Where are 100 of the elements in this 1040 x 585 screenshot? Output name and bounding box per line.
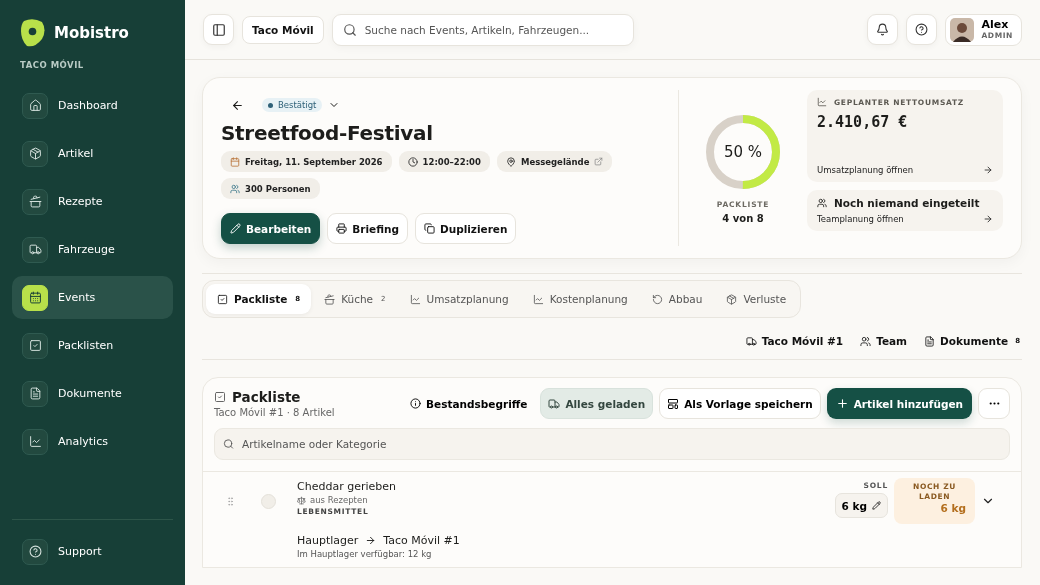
template-icon [667, 397, 680, 410]
line-chart-icon [409, 293, 421, 305]
sidebar-item[interactable]: Events [12, 276, 173, 319]
all-loaded-button[interactable]: Alles geladen [540, 388, 654, 419]
tab[interactable]: Kostenplanung [521, 284, 639, 314]
status-badge: Bestätigt [262, 98, 323, 112]
brand-name: Mobistro [54, 24, 129, 42]
checkbox-icon [217, 293, 228, 305]
help-icon [915, 23, 929, 36]
people-icon [860, 335, 872, 347]
plus-icon [835, 397, 849, 410]
target-quantity-button[interactable]: 6 kg [834, 493, 888, 518]
tab[interactable]: Küche $^{2}$ [313, 284, 397, 314]
truck-icon [548, 397, 561, 410]
pot-icon [324, 293, 336, 305]
help-button[interactable] [906, 14, 938, 45]
organization-button[interactable]: Taco Móvil [242, 15, 324, 44]
info-icon [410, 398, 422, 409]
sidebar-item[interactable]: Dokumente [12, 372, 173, 415]
sidebar-item[interactable]: Analytics [12, 420, 173, 463]
revenue-link[interactable]: Umsatzplanung öffnen [817, 165, 993, 175]
copy-icon [423, 223, 435, 234]
action-button[interactable]: Briefing [327, 213, 408, 244]
checkbox-icon [214, 391, 226, 403]
event-detail-chip: Freitag, 11. September 2026 [221, 151, 392, 172]
checkbox-icon [28, 339, 42, 352]
route-origin: Hauptlager [297, 534, 359, 547]
arrow-right-icon [983, 214, 993, 224]
availability-note: Im Hauptlager verfügbar: 12 kg [297, 549, 433, 559]
arrow-right-icon [365, 535, 377, 546]
event-detail-chip: 12:00–22:00 [398, 151, 490, 172]
event-detail-chip[interactable]: Messegelände [496, 151, 613, 172]
scale-icon [297, 495, 306, 505]
notifications-button[interactable] [867, 14, 899, 45]
package-icon [28, 147, 42, 160]
clock-icon [407, 156, 418, 167]
tab[interactable]: Packliste $^{8}$ [206, 284, 312, 314]
progress-count: 4 von 8 [722, 212, 764, 224]
truck-icon [28, 243, 42, 256]
sidebar-item[interactable]: Artikel [12, 132, 173, 175]
event-title: Streetfood-Festival [221, 121, 433, 145]
bell-icon [876, 23, 890, 36]
company-name: TACO MÓVIL [20, 60, 85, 70]
sidebar-item[interactable]: Packlisten [12, 324, 173, 367]
people-icon [230, 183, 240, 194]
user-name: Alex [981, 18, 1010, 32]
package-icon [726, 293, 738, 305]
remaining-quantity: 6 kg [940, 501, 966, 514]
calendar-icon [28, 291, 42, 304]
line-chart-icon [532, 293, 544, 305]
filter-field[interactable]: Artikelname oder Kategorie [214, 428, 1010, 460]
back-arrow-icon[interactable] [231, 98, 244, 112]
team-status: Noch niemand eingeteilt [817, 197, 993, 209]
printer-icon [336, 223, 348, 234]
line-chart-icon [28, 435, 42, 448]
tab[interactable]: Abbau [640, 284, 714, 314]
truck-icon [745, 335, 757, 347]
external-link-icon [594, 157, 604, 166]
people-icon [817, 198, 827, 208]
packlist-title: Packliste [214, 389, 398, 405]
pot-icon [28, 195, 42, 208]
logo-icon [20, 18, 46, 48]
calendar-icon [230, 156, 240, 167]
item-source: aus Rezepten [297, 495, 829, 505]
drag-handle-icon[interactable] [225, 495, 236, 507]
help-icon [28, 545, 42, 558]
route-destination: Taco Móvil #1 [383, 534, 460, 547]
sidebar-item[interactable]: Support [12, 530, 173, 573]
panel-icon [211, 22, 226, 37]
event-detail-chip: 300 Personen [221, 178, 320, 199]
sidebar-item[interactable]: Rezepte [12, 180, 173, 223]
pencil-icon [872, 501, 881, 510]
context-link[interactable]: Taco Móvil #1 [745, 335, 844, 347]
team-link[interactable]: Teamplanung öffnen [817, 214, 993, 224]
context-link[interactable]: Dokumente $^{8}$ [924, 335, 1020, 347]
item-name: Cheddar gerieben [297, 480, 397, 493]
item-checkbox[interactable] [261, 493, 276, 509]
search-icon [223, 438, 234, 450]
action-button[interactable]: Duplizieren [414, 213, 517, 244]
action-button[interactable]: Bearbeiten [221, 213, 321, 244]
document-icon [28, 387, 42, 400]
save-template-button[interactable]: Als Vorlage speichern [659, 388, 821, 419]
search-field[interactable]: Suche nach Events, Artikeln, Fahrzeugen... [331, 13, 634, 46]
house-icon [28, 99, 42, 112]
pencil-icon [230, 223, 241, 234]
sidebar-item[interactable]: Dashboard [12, 84, 173, 127]
sidebar-toggle-button[interactable] [203, 14, 234, 45]
context-link[interactable]: Team [860, 335, 908, 347]
arrow-right-icon [983, 165, 993, 175]
tab[interactable]: Umsatzplanung [398, 284, 520, 314]
tab[interactable]: Verluste [715, 284, 798, 314]
revenue-amount: 2.410,67 € [817, 113, 909, 131]
map-pin-icon [505, 156, 516, 167]
add-item-button[interactable]: Artikel hinzufügen [826, 388, 972, 419]
sidebar-item[interactable]: Fahrzeuge [12, 228, 173, 271]
line-chart-icon [817, 97, 827, 107]
info-button[interactable]: Bestandsbegriffe [403, 388, 535, 419]
progress-percent: 50 % [723, 142, 763, 161]
packlist-subtitle: Taco Móvil #1 · 8 Artikel [214, 407, 336, 418]
search-icon [342, 22, 357, 37]
